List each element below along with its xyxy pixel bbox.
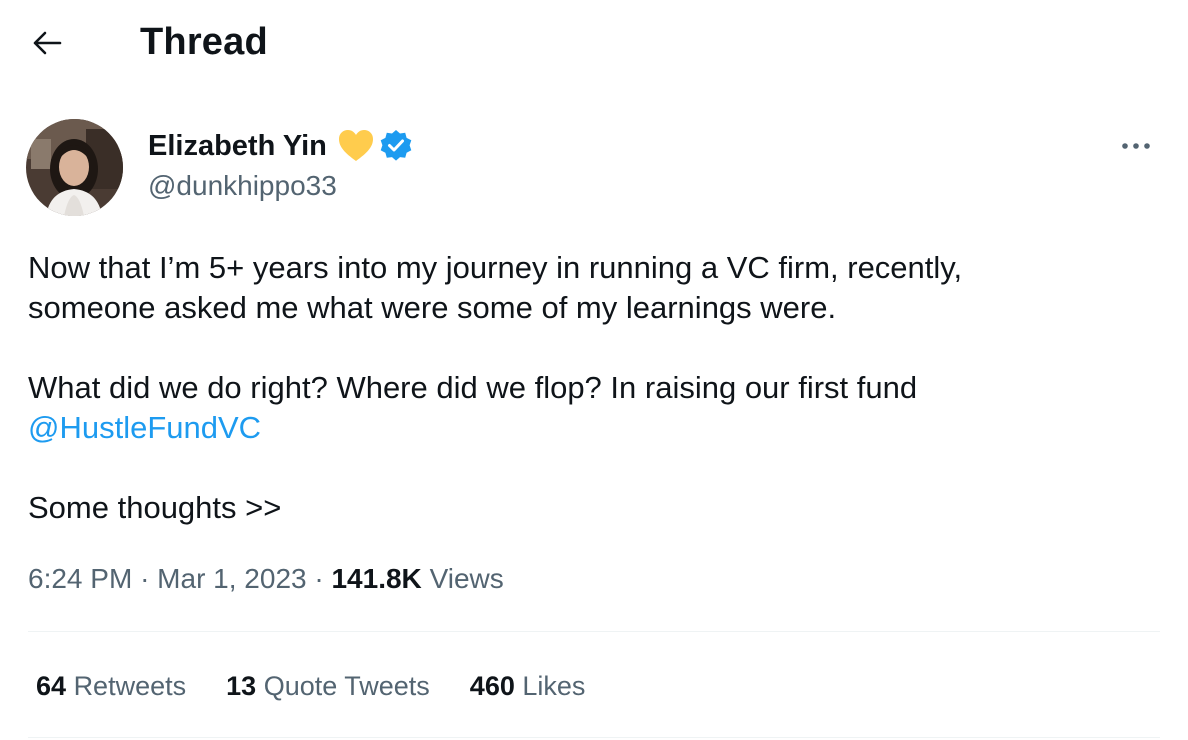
retweets-stat[interactable]: 64 Retweets: [36, 667, 186, 705]
author-handle[interactable]: @dunkhippo33: [148, 168, 337, 204]
divider: [28, 737, 1160, 738]
more-dots-icon: [1122, 143, 1150, 149]
tweet-line: Now that I’m 5+ years into my journey in…: [28, 250, 963, 285]
likes-count: 460: [469, 671, 515, 701]
likes-stat[interactable]: 460 Likes: [470, 667, 586, 705]
tweet-text: Now that I’m 5+ years into my journey in…: [28, 248, 1148, 528]
author-name[interactable]: Elizabeth Yin: [148, 127, 327, 165]
views-label: Views: [429, 563, 504, 594]
meta-separator: ·: [140, 563, 150, 594]
verified-badge-icon[interactable]: [379, 129, 413, 163]
back-button[interactable]: [22, 22, 72, 64]
quote-tweets-stat[interactable]: 13 Quote Tweets: [226, 667, 430, 705]
tweet-date[interactable]: Mar 1, 2023: [157, 563, 306, 594]
retweets-count: 64: [36, 671, 67, 701]
retweets-label: Retweets: [73, 671, 187, 701]
tweet-time[interactable]: 6:24 PM: [28, 563, 132, 594]
tweet-line: someone asked me what were some of my le…: [28, 290, 837, 325]
meta-separator: ·: [314, 563, 324, 594]
avatar[interactable]: [26, 119, 123, 216]
author-name-row: Elizabeth Yin: [148, 126, 413, 166]
mention-link[interactable]: @HustleFundVC: [28, 410, 261, 445]
more-options-button[interactable]: [1114, 128, 1158, 164]
avatar-image: [26, 119, 123, 216]
engagement-stats: 64 Retweets 13 Quote Tweets 460 Likes: [36, 667, 625, 705]
divider: [28, 631, 1160, 632]
page-title: Thread: [140, 21, 268, 63]
yellow-heart-icon: [337, 128, 375, 164]
tweet-line: What did we do right? Where did we flop?…: [28, 370, 918, 405]
tweet-meta: 6:24 PM · Mar 1, 2023 · 141.8K Views: [28, 560, 504, 598]
arrow-left-icon: [33, 31, 62, 55]
views-count: 141.8K: [331, 563, 422, 594]
likes-label: Likes: [522, 671, 586, 701]
quote-tweets-count: 13: [226, 671, 257, 701]
tweet-line: Some thoughts >>: [28, 490, 282, 525]
quote-tweets-label: Quote Tweets: [263, 671, 430, 701]
thread-header: Thread: [0, 0, 1188, 86]
